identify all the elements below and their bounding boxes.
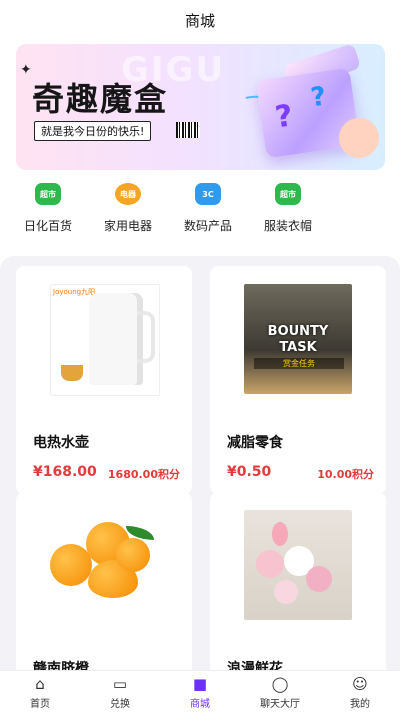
category-clothing[interactable]: 超市 服装衣帽	[246, 183, 330, 234]
tab-home[interactable]: ⌂ 首页	[0, 675, 80, 710]
image-text: 赏金任务	[254, 358, 344, 369]
tab-label: 首页	[30, 699, 50, 710]
barcode-icon	[176, 122, 200, 138]
page-title: 商城	[184, 11, 215, 30]
tab-label: 商城	[190, 699, 210, 710]
exchange-icon: ▭	[112, 675, 128, 693]
product-name: 电热水壶	[33, 435, 89, 451]
tab-label: 聊天大厅	[260, 699, 300, 710]
category-label: 数码产品	[183, 219, 232, 233]
image-text: TASK	[279, 340, 317, 355]
tab-label: 兑换	[110, 699, 130, 710]
profile-icon: ☺	[352, 675, 368, 693]
product-image-kettle: Joyoung九阳	[50, 284, 160, 396]
product-card[interactable]: Joyoung九阳 电热水壶 ¥168.00 1680.00积分	[16, 266, 192, 494]
tab-profile[interactable]: ☺ 我的	[320, 675, 400, 710]
appliance-icon: 电器	[115, 183, 141, 205]
banner-subtitle: 就是我今日份的快乐!	[34, 121, 152, 141]
category-appliances[interactable]: 电器 家用电器	[86, 183, 170, 234]
brand-label: Joyoung九阳	[53, 288, 96, 296]
shop-bag-icon: ■	[192, 675, 208, 693]
product-card[interactable]: BOUNTY TASK 赏金任务 减脂零食 ¥0.50 10.00积分	[210, 266, 386, 494]
category-daily-goods[interactable]: 超市 日化百货	[6, 183, 90, 234]
product-price: ¥0.50	[227, 464, 272, 480]
tab-chat-hall[interactable]: ◯ 聊天大厅	[240, 675, 320, 710]
promo-banner[interactable]: GIGU ✦ 奇趣魔盒 就是我今日份的快乐! ? ?	[16, 44, 385, 170]
bottom-tab-bar: ⌂ 首页 ▭ 兑换 ■ 商城 ◯ 聊天大厅 ☺ 我的	[0, 670, 400, 711]
question-mark-icon: ?	[308, 81, 329, 114]
category-label: 服装衣帽	[263, 219, 312, 233]
product-name: 减脂零食	[227, 435, 283, 451]
home-icon: ⌂	[35, 675, 45, 693]
tab-shop[interactable]: ■ 商城	[160, 675, 240, 710]
category-nav: 超市 日化百货 电器 家用电器 3C 数码产品 超市 服装衣帽	[0, 183, 400, 243]
digital-3c-icon: 3C	[195, 183, 221, 205]
question-mark-icon: ?	[272, 98, 296, 136]
supermarket-icon: 超市	[35, 183, 61, 205]
chat-icon: ◯	[271, 675, 289, 693]
category-label: 日化百货	[23, 219, 72, 233]
banner-title: 奇趣魔盒	[32, 80, 169, 118]
sparkle-icon: ✦	[20, 62, 32, 78]
hand-image	[339, 118, 379, 158]
category-digital[interactable]: 3C 数码产品	[166, 183, 250, 234]
product-price: ¥168.00	[33, 464, 97, 480]
category-label: 家用电器	[103, 219, 152, 233]
image-text: BOUNTY	[267, 324, 329, 339]
product-points: 10.00积分	[317, 468, 374, 481]
product-image-bounty-task: BOUNTY TASK 赏金任务	[244, 284, 352, 394]
tab-label: 我的	[350, 699, 370, 710]
product-image-oranges	[50, 510, 158, 620]
product-points: 1680.00积分	[107, 468, 180, 481]
product-image-flowers	[244, 510, 352, 620]
product-grid: Joyoung九阳 电热水壶 ¥168.00 1680.00积分 BOUNTY …	[0, 256, 400, 720]
supermarket-icon: 超市	[275, 183, 301, 205]
tab-exchange[interactable]: ▭ 兑换	[80, 675, 160, 710]
